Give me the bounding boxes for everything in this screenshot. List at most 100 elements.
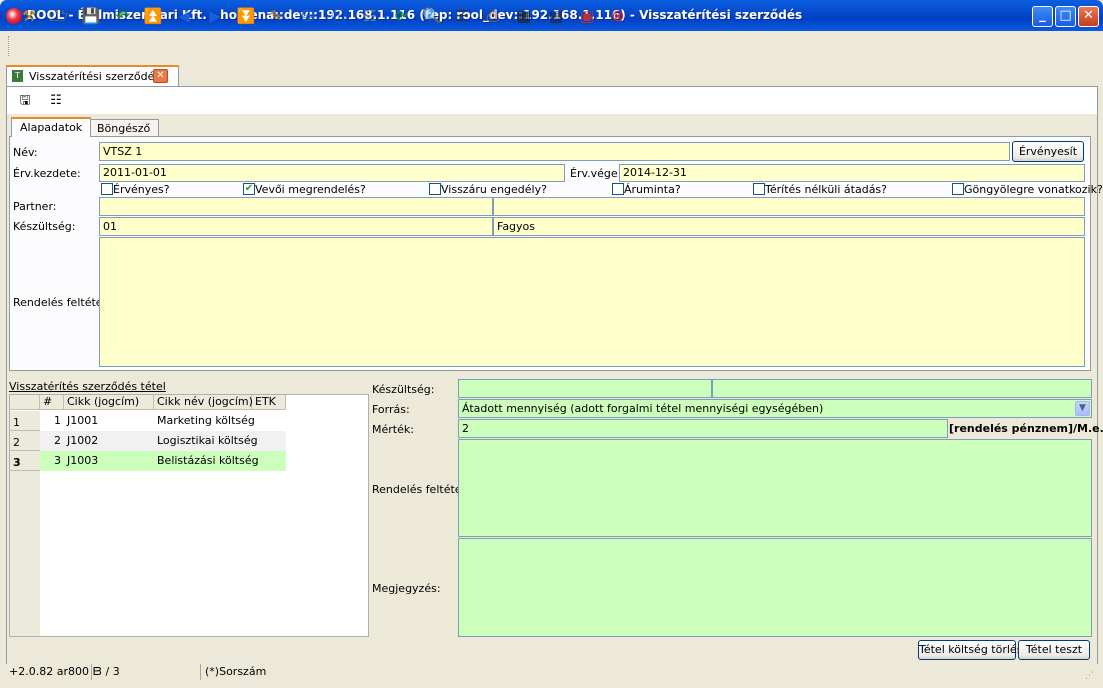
screen-icon[interactable]: ▣ <box>576 5 598 27</box>
row-header[interactable]: 2 <box>10 431 40 451</box>
return-permit-checkbox-label: Visszáru engedély? <box>441 183 547 196</box>
list-view-icon[interactable]: ☷ <box>359 5 381 27</box>
grid-export-icon[interactable]: ▦ <box>513 5 535 27</box>
print-preview-icon[interactable]: ⎙ <box>482 5 504 27</box>
edit-icon[interactable]: ✎ <box>265 5 287 27</box>
delete-item-cost-button[interactable]: Tétel költség törlés <box>918 640 1022 660</box>
tools-icon[interactable]: ⚒ <box>18 5 40 27</box>
status-name-field[interactable]: Fagyos <box>493 217 1085 236</box>
main-toolbar <box>4 31 1099 61</box>
item-status-name-field[interactable] <box>712 379 1092 398</box>
valid-checkbox[interactable] <box>101 183 113 195</box>
undo-icon[interactable]: ↶ <box>111 5 133 27</box>
status-divider <box>200 664 201 680</box>
status-bar <box>4 662 1099 682</box>
version-text: +2.0.82 ar800 E <box>9 665 100 678</box>
item-order-condition-field[interactable] <box>458 439 1092 537</box>
column-header-etk[interactable]: ETK <box>252 395 286 410</box>
grid-import-icon[interactable]: ▤ <box>545 5 567 27</box>
row-header[interactable]: 1 <box>10 411 40 431</box>
close-window-button[interactable]: ✕ <box>1078 6 1099 27</box>
row-header-filler <box>10 471 40 636</box>
open-folder-icon[interactable]: 🗁 <box>48 5 70 27</box>
cell-code: J1001 <box>67 414 99 427</box>
end-date-field[interactable]: 2014-12-31 <box>619 164 1085 182</box>
cell-etk <box>252 431 286 450</box>
cell-num: 2 <box>54 434 61 447</box>
column-header-num[interactable]: # <box>40 395 64 410</box>
info-icon[interactable]: ⓘ <box>328 5 350 27</box>
chevron-down-icon[interactable]: ▼ <box>1075 401 1090 416</box>
sample-checkbox-label: Áruminta? <box>624 183 681 196</box>
tab-alapadatok[interactable]: Alapadatok <box>11 117 92 137</box>
source-select[interactable]: Átadott mennyiség (adott forgalmi tétel … <box>458 399 1092 418</box>
row-header-selected[interactable]: 3 <box>10 451 40 471</box>
free-handover-checkbox[interactable] <box>753 183 765 195</box>
item-status-label: Készültség: <box>372 383 435 396</box>
item-test-button[interactable]: Tétel teszt <box>1018 640 1090 660</box>
start-date-label: Érv.kezdete: <box>13 167 81 180</box>
database-icon[interactable]: ⛁ <box>297 5 319 27</box>
tab-visszateritesi-szerzodes[interactable]: T Visszatérítési szerződés ✕ <box>6 65 179 86</box>
last-record-icon[interactable]: ⏬ <box>235 5 257 27</box>
sort-hint: (*)Sorszám <box>205 665 267 678</box>
refresh-icon[interactable]: ⟳ <box>390 5 412 27</box>
measure-field[interactable]: 2 <box>458 419 948 438</box>
doc-tab-label: Visszatérítési szerződés <box>29 70 161 83</box>
cell-num: 1 <box>54 414 61 427</box>
save-icon[interactable]: 💾 <box>80 5 102 27</box>
cell-code: J1002 <box>67 434 99 447</box>
grid-corner <box>10 395 40 410</box>
end-date-label: Érv.vége: <box>570 167 622 180</box>
minimize-button[interactable]: _ <box>1032 6 1053 27</box>
toolbar-grip <box>8 36 11 56</box>
column-header-name[interactable]: Cikk név (jogcím) <box>154 395 253 410</box>
return-permit-checkbox[interactable] <box>429 183 441 195</box>
free-handover-checkbox-label: Térítés nélküli átadás? <box>765 183 887 196</box>
name-field[interactable]: VTSZ 1 <box>99 142 1010 161</box>
properties-icon[interactable]: ☷ <box>47 92 65 110</box>
measure-unit-label: [rendelés pénznem]/M.e. <box>949 422 1103 435</box>
items-section-title: Visszatérítés szerződés tétel <box>9 380 166 393</box>
document-type-icon: T <box>12 70 23 82</box>
valid-checkbox-label: Érvényes? <box>113 183 170 196</box>
save-record-icon[interactable]: 🖫 <box>16 92 34 110</box>
cell-etk <box>252 411 286 430</box>
next-icon[interactable]: ▶ <box>204 5 226 27</box>
cell-name: Marketing költség <box>157 414 255 427</box>
resize-grip-icon[interactable]: ⋰ <box>1085 670 1097 682</box>
search-icon[interactable]: 🔍 <box>421 5 443 27</box>
item-status-code-field[interactable] <box>458 379 712 398</box>
record-count: 3 / 3 <box>95 665 120 678</box>
partner-code-field[interactable] <box>99 197 493 216</box>
order-condition-field[interactable] <box>99 237 1085 367</box>
previous-icon[interactable]: ◀ <box>173 5 195 27</box>
columns-icon[interactable]: ☰ <box>451 5 473 27</box>
measure-label: Mérték: <box>372 423 414 436</box>
validate-button[interactable]: Érvényesít <box>1012 141 1084 162</box>
packaging-checkbox[interactable] <box>952 183 964 195</box>
comment-label: Megjegyzés: <box>372 582 441 595</box>
partner-label: Partner: <box>13 200 57 213</box>
cell-etk <box>252 451 286 470</box>
status-code-field[interactable]: 01 <box>99 217 493 236</box>
customer-order-checkbox[interactable]: ✔ <box>243 183 255 195</box>
sub-toolbar <box>7 87 1097 113</box>
item-order-condition-label: Rendelés feltétel: <box>372 483 469 496</box>
maximize-button[interactable]: □ <box>1055 6 1076 27</box>
partner-name-field[interactable] <box>493 197 1085 216</box>
start-date-field[interactable]: 2011-01-01 <box>99 164 565 182</box>
customer-order-checkbox-label: Vevői megrendelés? <box>255 183 366 196</box>
cell-name: Logisztikai költség <box>157 434 258 447</box>
packaging-checkbox-label: Göngyölegre vonatkozik? <box>964 183 1103 196</box>
sample-checkbox[interactable] <box>612 183 624 195</box>
first-record-icon[interactable]: ⏫ <box>142 5 164 27</box>
cell-code: J1003 <box>67 454 99 467</box>
order-condition-label: Rendelés feltétel: <box>13 296 110 309</box>
column-header-code[interactable]: Cikk (jogcím) <box>64 395 154 410</box>
comment-field[interactable] <box>458 538 1092 637</box>
tab-close-icon[interactable]: ✕ <box>153 69 168 83</box>
cell-name: Belistázási költség <box>157 454 259 467</box>
close-red-icon[interactable]: ⊗ <box>607 5 629 27</box>
cell-num: 3 <box>54 454 61 467</box>
